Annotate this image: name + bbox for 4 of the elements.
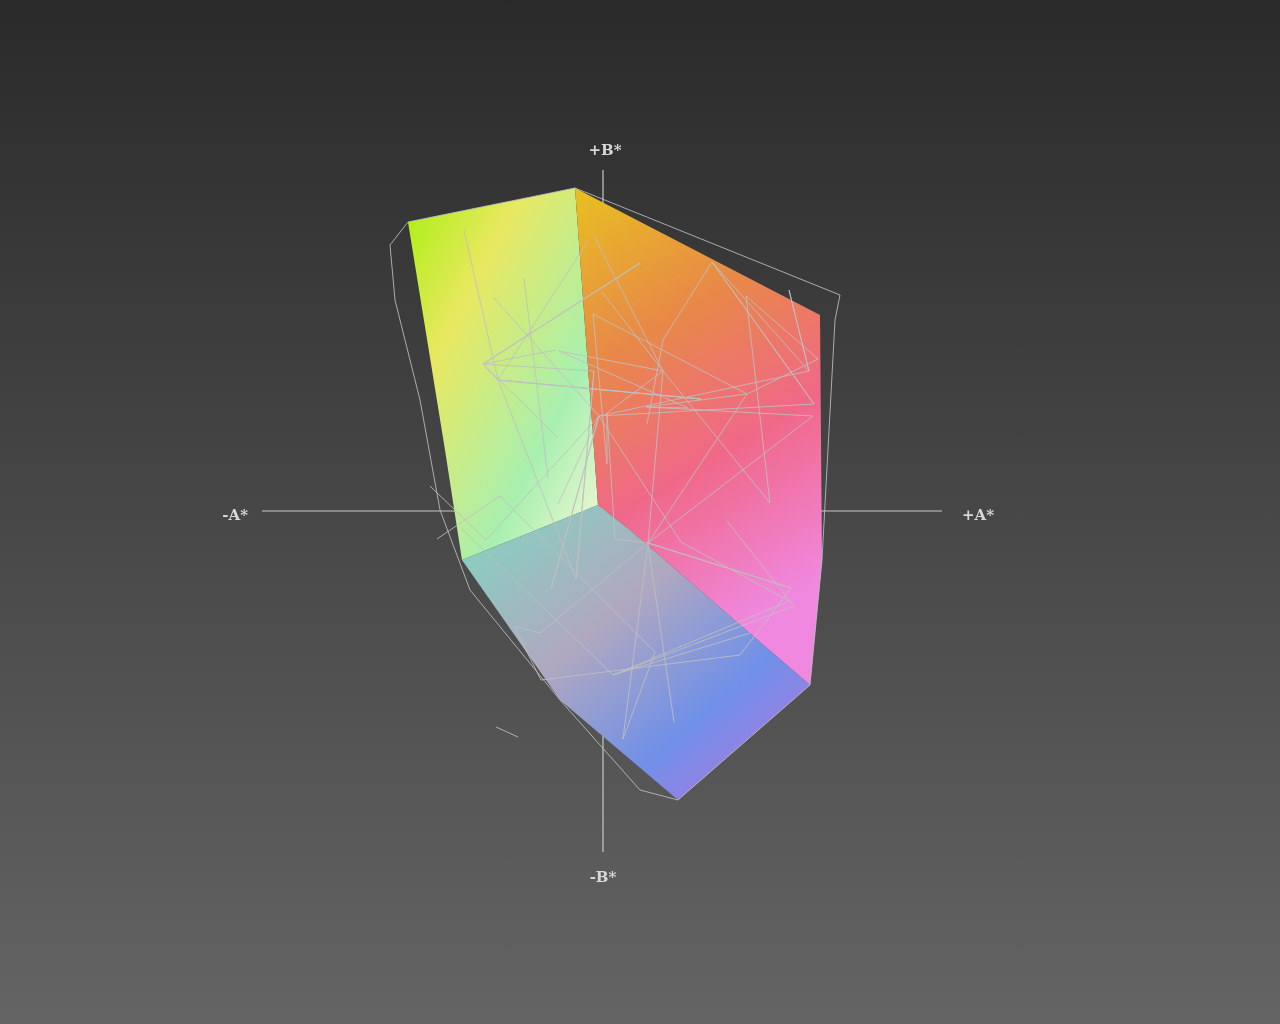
axis-label: -A* [222,506,248,524]
axis-label: +B* [588,141,622,159]
axis-label: -B* [589,868,617,886]
axis-label: +A* [962,506,995,524]
